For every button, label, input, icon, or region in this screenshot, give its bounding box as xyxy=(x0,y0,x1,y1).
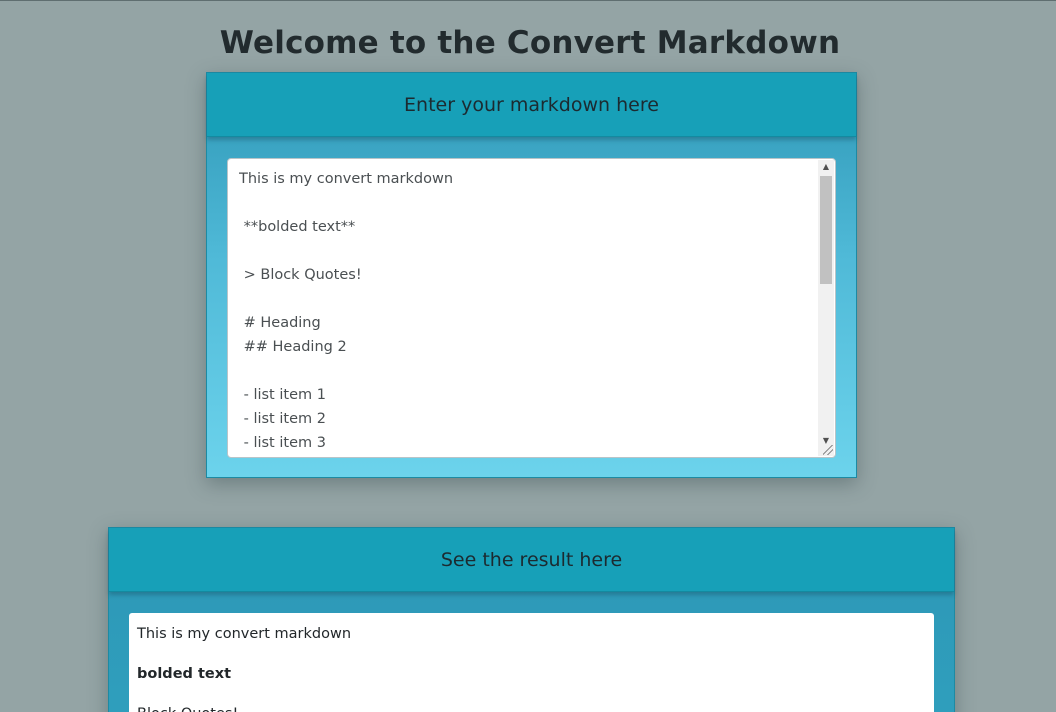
result-bold-text: bolded text xyxy=(137,666,232,682)
scroll-up-arrow-icon[interactable]: ▲ xyxy=(818,160,834,174)
markdown-textarea[interactable]: This is my convert markdown **bolded tex… xyxy=(227,158,836,458)
output-card-header: See the result here xyxy=(109,528,954,592)
scrollbar-thumb[interactable] xyxy=(820,176,832,284)
result-paragraph: This is my convert markdown xyxy=(137,626,352,642)
result-blockquote: Block Quotes! xyxy=(137,702,926,712)
resize-grip-icon[interactable] xyxy=(823,445,833,455)
result-preview: This is my convert markdown bolded text … xyxy=(129,613,934,712)
page-title: Welcome to the Convert Markdown xyxy=(219,25,841,61)
markdown-input-card: Enter your markdown here This is my conv… xyxy=(206,72,857,478)
markdown-textarea-content[interactable]: This is my convert markdown **bolded tex… xyxy=(239,167,814,457)
input-card-header: Enter your markdown here xyxy=(207,73,856,137)
result-output-card: See the result here This is my convert m… xyxy=(108,527,955,712)
textarea-scrollbar[interactable]: ▲ ▼ xyxy=(818,160,834,456)
